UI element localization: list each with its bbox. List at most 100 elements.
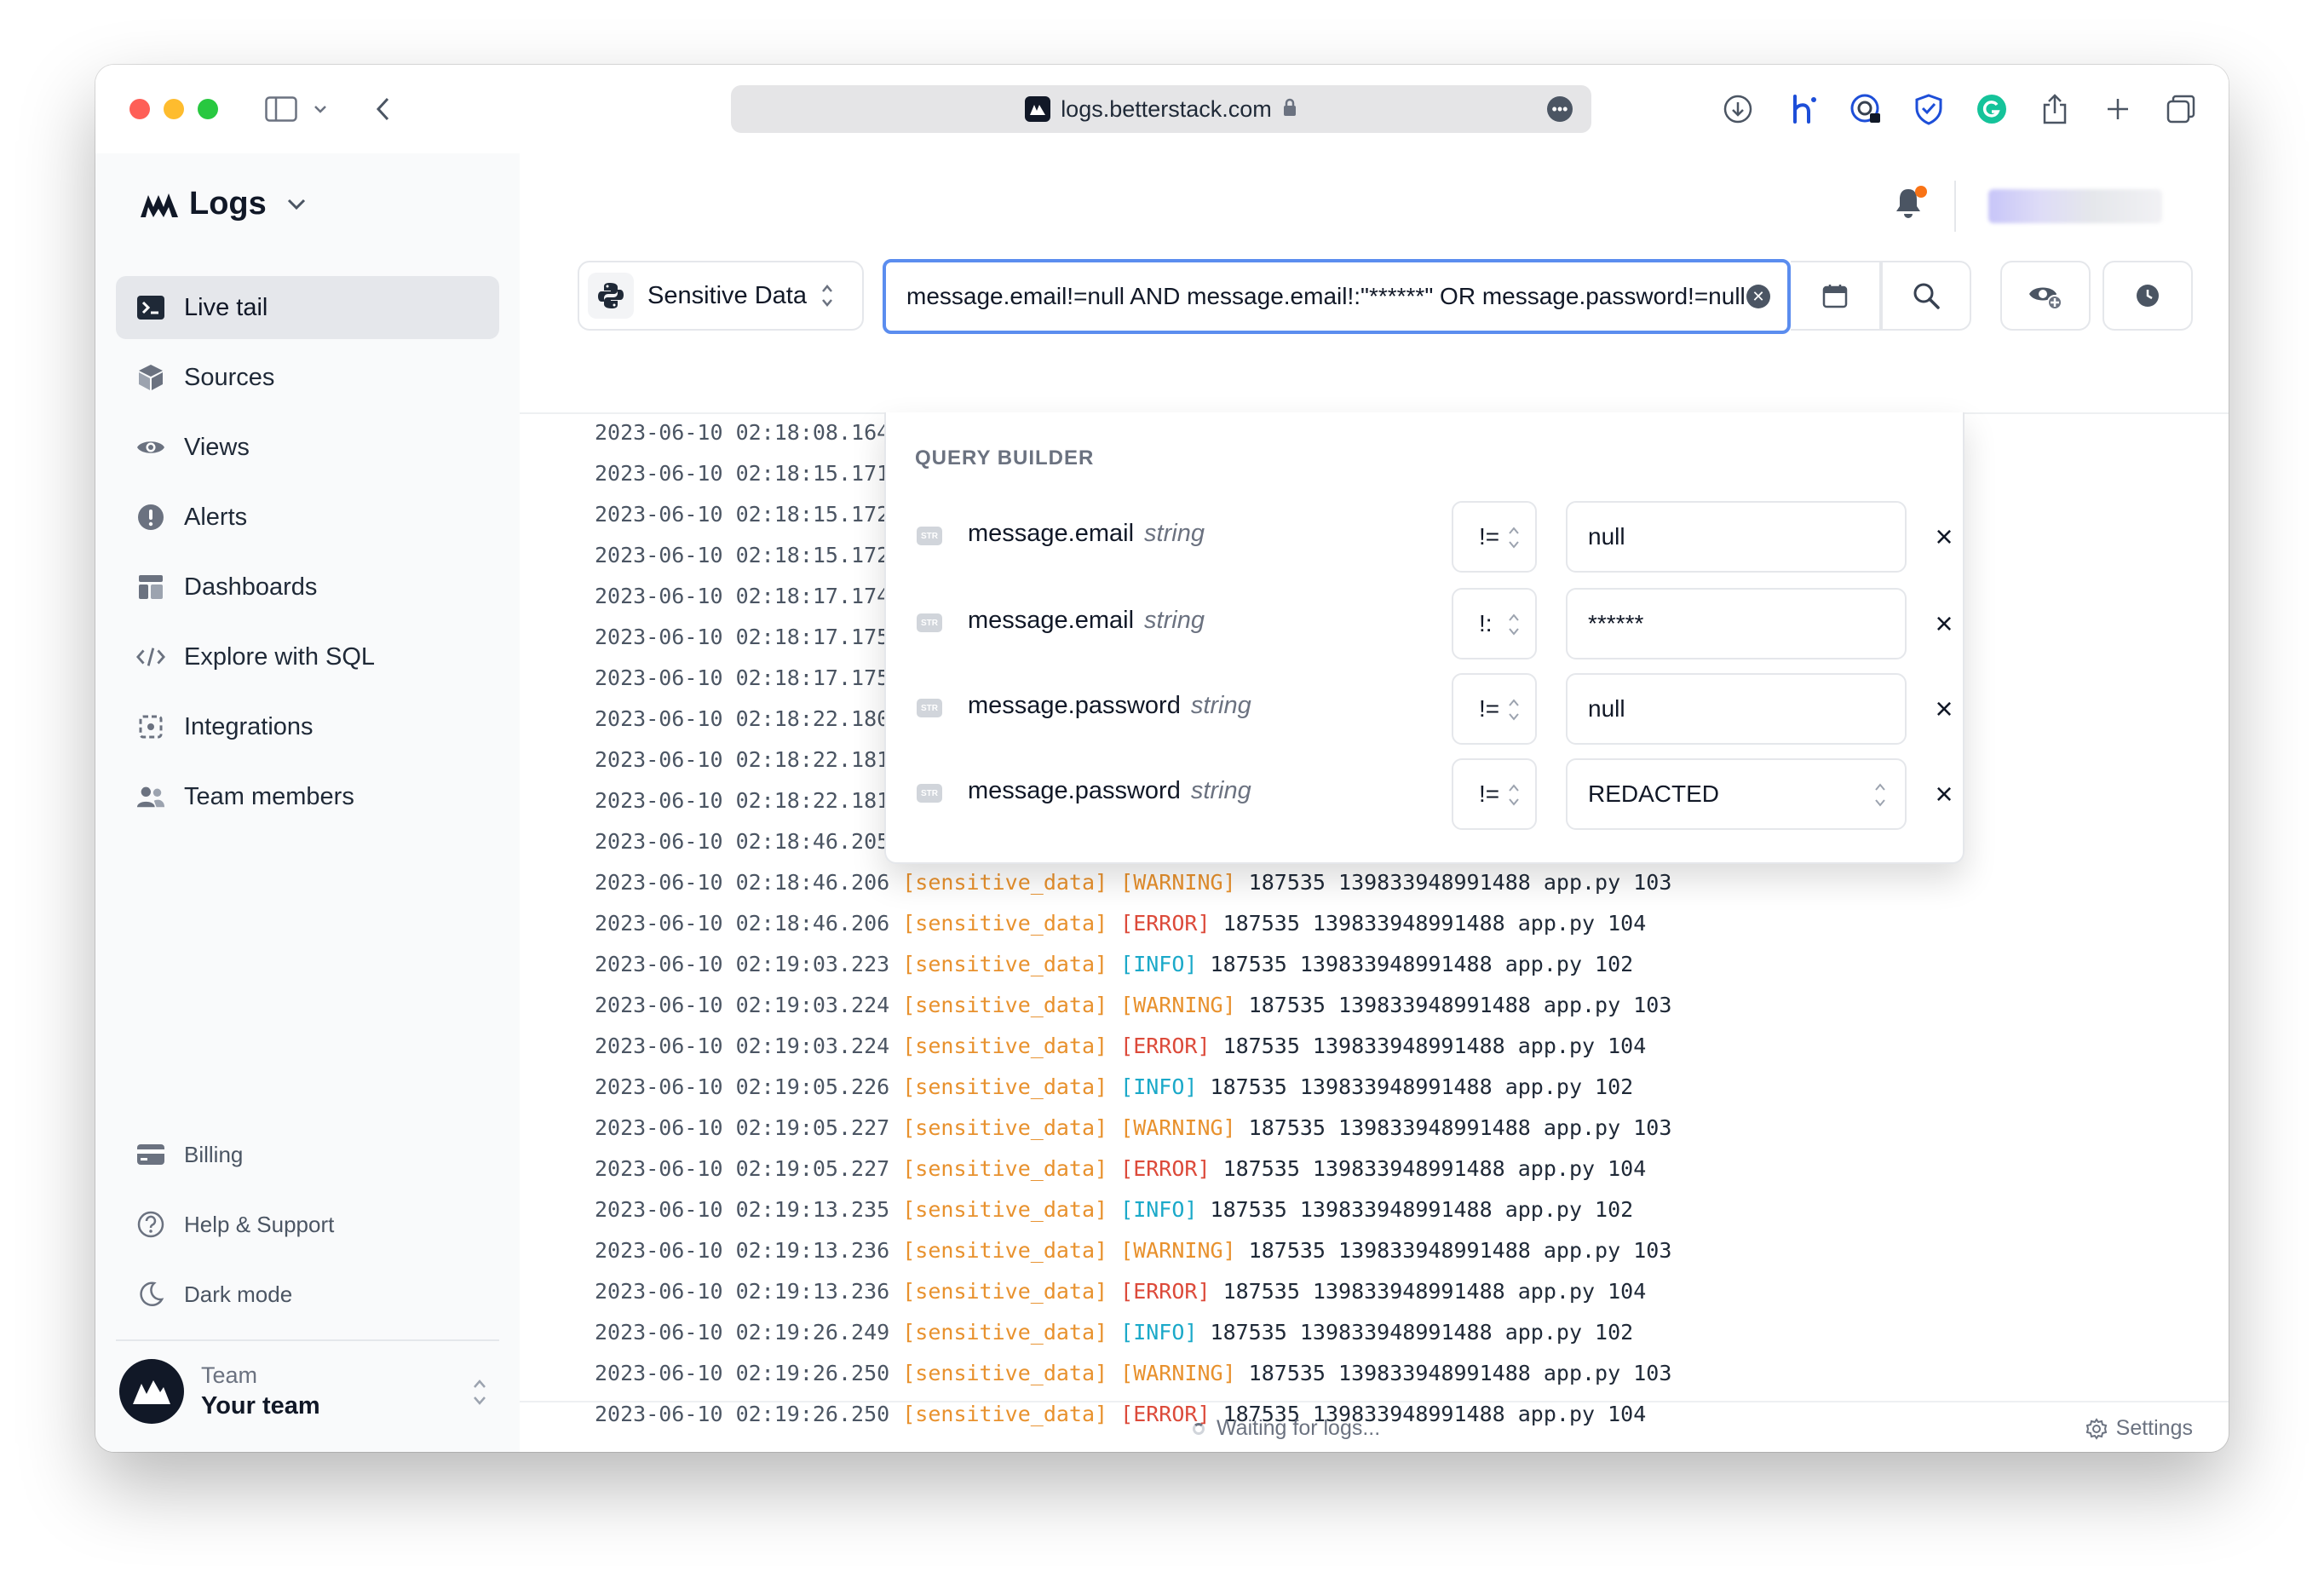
log-timestamp: 2023-06-10 02:18:46.206 [595,870,890,895]
sidebar-item-live-tail[interactable]: Live tail [116,276,499,339]
source-select-label: Sensitive Data [647,281,807,309]
lock-icon [1282,96,1297,123]
remove-condition-icon[interactable]: × [1927,777,1961,811]
source-select[interactable]: Sensitive Data [578,261,864,331]
log-timestamp: 2023-06-10 02:19:05.227 [595,1156,890,1181]
operator-select[interactable]: !: [1452,588,1537,659]
minimize-window-button[interactable] [164,99,184,119]
remove-condition-icon[interactable]: × [1927,607,1961,641]
condition-field: message.password [968,692,1181,719]
log-line[interactable]: 2023-06-10 02:19:03.224 [sensitive_data]… [595,985,2043,1026]
log-level: [WARNING] [1120,1238,1236,1263]
condition-type: string [1144,520,1205,547]
sidebar-item-label: Dashboards [184,573,318,601]
condition-value-select[interactable]: REDACTED [1566,758,1907,830]
log-level: [ERROR] [1120,911,1211,936]
operator-select[interactable]: != [1452,673,1537,745]
log-timestamp: 2023-06-10 02:18:22.181 [595,747,890,772]
log-line[interactable]: 2023-06-10 02:19:03.224 [sensitive_data]… [595,1026,2043,1067]
chevron-up-down-icon [1509,784,1519,806]
team-switcher[interactable]: Team Your team [116,1339,499,1442]
sidebar-item-help-support[interactable]: Help & Support [116,1193,499,1256]
remove-condition-icon[interactable]: × [1927,520,1961,554]
notifications-bell-icon[interactable] [1891,186,1929,223]
log-line[interactable]: 2023-06-10 02:18:46.206 [sensitive_data]… [595,903,2043,944]
sidebar-item-dark-mode[interactable]: Dark mode [116,1263,499,1326]
tab-overview-icon[interactable] [2164,90,2198,128]
save-view-button[interactable] [2000,261,2091,331]
sidebar-item-alerts[interactable]: Alerts [116,486,499,549]
chevron-up-down-icon [472,1377,487,1412]
user-menu[interactable] [1988,189,2162,223]
zoom-window-button[interactable] [198,99,218,119]
puzzle-icon [136,712,165,741]
log-message: 187535 139833948991488 app.py 104 [1222,911,1647,936]
password-manager-icon[interactable] [1849,90,1883,128]
sidebar-item-dashboards[interactable]: Dashboards [116,556,499,619]
condition-value-input[interactable]: null [1566,673,1907,745]
sidebar-item-views[interactable]: Views [116,416,499,479]
search-button[interactable] [1881,261,1971,331]
condition-type: string [1190,777,1251,804]
more-options-icon[interactable]: ••• [1547,96,1573,122]
new-tab-icon[interactable] [2101,90,2135,128]
condition-value-input[interactable]: null [1566,501,1907,573]
log-source: [sensitive_data] [902,1115,1108,1140]
share-icon[interactable] [2038,90,2072,128]
browser-toolbar: logs.betterstack.com ••• [95,65,2229,153]
sidebar-item-sources[interactable]: Sources [116,346,499,409]
log-line[interactable]: 2023-06-10 02:19:26.249 [sensitive_data]… [595,1312,2043,1353]
chevron-up-down-icon [1509,527,1519,549]
chevron-down-icon[interactable] [310,90,331,128]
log-line[interactable]: 2023-06-10 02:19:03.223 [sensitive_data]… [595,944,2043,985]
sidebar-item-explore-with-sql[interactable]: Explore with SQL [116,625,499,688]
chevron-up-down-icon [822,285,832,307]
app-switcher[interactable]: Logs [140,186,306,222]
log-timestamp: 2023-06-10 02:19:13.236 [595,1238,890,1263]
query-input[interactable]: message.email!=null AND message.email!:"… [883,259,1791,334]
condition-value-input[interactable]: ****** [1566,588,1907,659]
log-source: [sensitive_data] [902,870,1108,895]
chevron-up-down-icon [1509,613,1519,636]
back-icon[interactable] [368,90,397,128]
sidebar-item-team-members[interactable]: Team members [116,765,499,828]
log-line[interactable]: 2023-06-10 02:19:05.227 [sensitive_data]… [595,1149,2043,1189]
honey-extension-icon[interactable] [1786,90,1820,128]
log-line[interactable]: 2023-06-10 02:18:46.206 [sensitive_data]… [595,862,2043,903]
log-timestamp: 2023-06-10 02:18:46.205 [595,829,890,854]
users-icon [136,782,165,811]
sidebar-item-integrations[interactable]: Integrations [116,695,499,758]
team-avatar [119,1359,184,1424]
settings-button[interactable]: Settings [2085,1416,2193,1441]
log-timestamp: 2023-06-10 02:19:13.236 [595,1279,890,1304]
remove-condition-icon[interactable]: × [1927,692,1961,726]
history-button[interactable] [2103,261,2193,331]
grammarly-icon[interactable] [1975,90,2009,128]
log-level: [INFO] [1120,1197,1198,1222]
address-bar[interactable]: logs.betterstack.com ••• [731,85,1591,133]
query-condition-row: STR message.password string != null × [886,673,1963,745]
calendar-button[interactable] [1791,261,1881,331]
log-timestamp: 2023-06-10 02:19:03.224 [595,993,890,1017]
sidebar-toggle-icon[interactable] [262,90,300,128]
clear-query-icon[interactable]: ✕ [1746,285,1770,308]
log-line[interactable]: 2023-06-10 02:19:05.226 [sensitive_data]… [595,1067,2043,1108]
log-line[interactable]: 2023-06-10 02:19:13.235 [sensitive_data]… [595,1189,2043,1230]
download-icon[interactable] [1721,90,1755,128]
log-line[interactable]: 2023-06-10 02:19:05.227 [sensitive_data]… [595,1108,2043,1149]
operator-select[interactable]: != [1452,758,1537,830]
log-line[interactable]: 2023-06-10 02:19:13.236 [sensitive_data]… [595,1271,2043,1312]
log-message: 187535 139833948991488 app.py 102 [1210,952,1634,976]
sidebar-item-label: Help & Support [184,1211,335,1237]
close-window-button[interactable] [129,99,150,119]
operator-select[interactable]: != [1452,501,1537,573]
log-timestamp: 2023-06-10 02:18:17.175 [595,665,890,690]
exclamation-icon [136,503,165,532]
log-timestamp: 2023-06-10 02:19:03.223 [595,952,890,976]
log-line[interactable]: 2023-06-10 02:19:13.236 [sensitive_data]… [595,1230,2043,1271]
log-line[interactable]: 2023-06-10 02:19:26.250 [sensitive_data]… [595,1353,2043,1394]
log-timestamp: 2023-06-10 02:19:13.235 [595,1197,890,1222]
condition-type: string [1190,692,1251,719]
sidebar-item-billing[interactable]: Billing [116,1123,499,1186]
shield-icon[interactable] [1912,90,1946,128]
